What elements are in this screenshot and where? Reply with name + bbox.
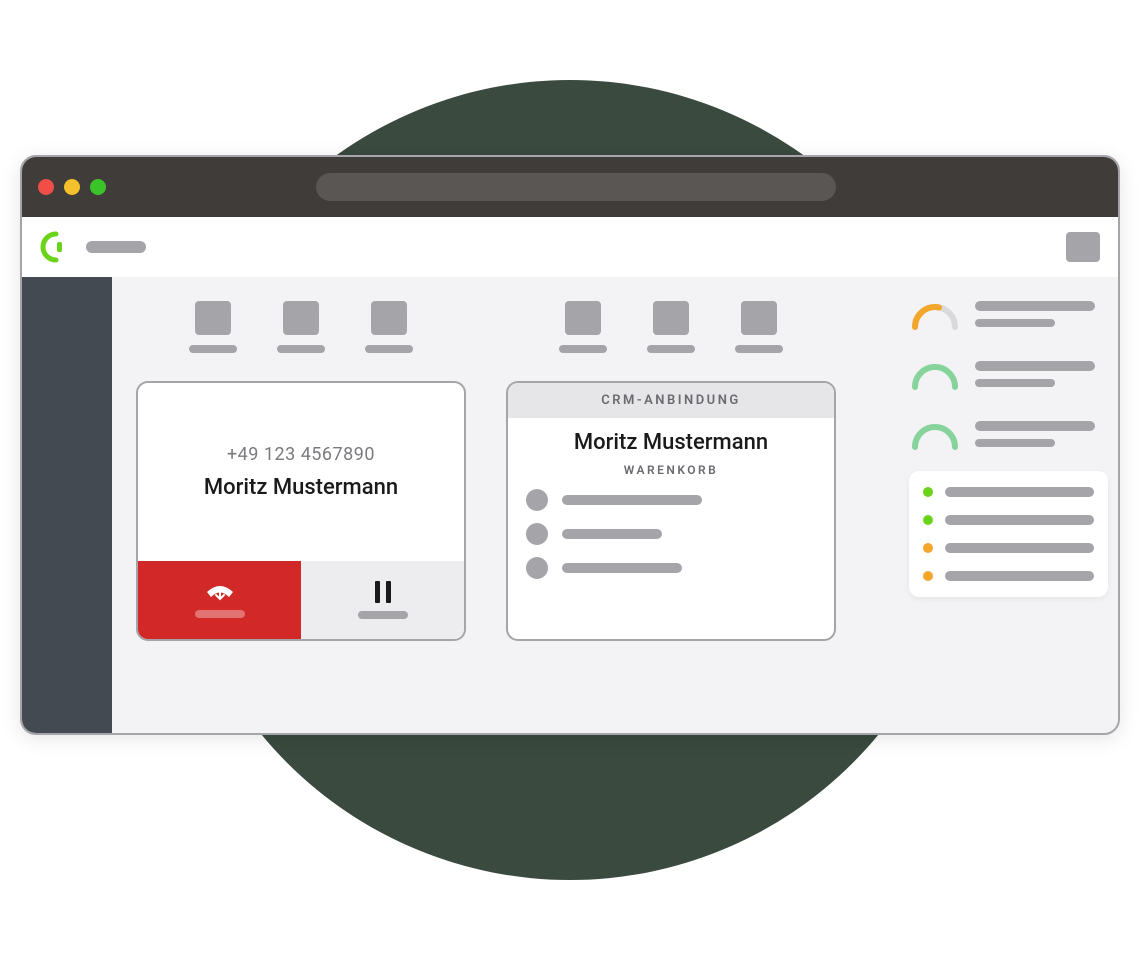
gauge-row <box>909 355 1108 393</box>
cart-section-label: WARENKORB <box>624 463 719 477</box>
cart-item[interactable] <box>526 489 816 511</box>
call-tab-2[interactable] <box>277 301 325 353</box>
crm-tab-1[interactable] <box>559 301 607 353</box>
right-panel <box>903 277 1118 733</box>
pause-label-placeholder <box>358 611 408 619</box>
tab-icon <box>653 301 689 335</box>
gauge-icon <box>909 355 961 393</box>
gauge-text-placeholder <box>975 421 1108 447</box>
call-actions <box>138 561 464 639</box>
tab-label-placeholder <box>647 345 695 353</box>
status-dot-icon <box>923 487 933 497</box>
call-tab-1[interactable] <box>189 301 237 353</box>
status-list-item[interactable] <box>923 571 1094 581</box>
crm-card-header: CRM-ANBINDUNG <box>508 383 834 418</box>
crm-customer-name: Moritz Mustermann <box>574 430 768 455</box>
crm-tab-3[interactable] <box>735 301 783 353</box>
cart-item[interactable] <box>526 557 816 579</box>
gauge-icon <box>909 415 961 453</box>
status-label-placeholder <box>945 571 1094 581</box>
close-window-button[interactable] <box>38 179 54 195</box>
crm-tabs <box>506 301 836 353</box>
content-area: +49 123 4567890 Moritz Mustermann <box>22 277 1118 733</box>
status-label-placeholder <box>945 487 1094 497</box>
tab-icon <box>371 301 407 335</box>
crm-tab-2[interactable] <box>647 301 695 353</box>
caller-phone: +49 123 4567890 <box>227 444 375 465</box>
hangup-icon <box>205 582 235 602</box>
cart-item-label-placeholder <box>562 529 662 539</box>
window-titlebar <box>22 157 1118 217</box>
status-list-item[interactable] <box>923 515 1094 525</box>
crm-column: CRM-ANBINDUNG Moritz Mustermann WARENKOR… <box>506 301 836 733</box>
pause-button[interactable] <box>301 561 464 639</box>
call-tabs <box>136 301 466 353</box>
crm-card: CRM-ANBINDUNG Moritz Mustermann WARENKOR… <box>506 381 836 641</box>
cart-list <box>526 489 816 579</box>
tab-label-placeholder <box>559 345 607 353</box>
tab-icon <box>195 301 231 335</box>
hangup-label-placeholder <box>195 610 245 618</box>
gauge-icon <box>909 295 961 333</box>
tab-icon <box>565 301 601 335</box>
pause-icon <box>375 581 391 603</box>
cart-item[interactable] <box>526 523 816 545</box>
caller-name: Moritz Mustermann <box>204 475 398 500</box>
status-dot-icon <box>923 515 933 525</box>
cart-item-icon <box>526 523 548 545</box>
cart-item-label-placeholder <box>562 563 682 573</box>
app-title-placeholder <box>86 241 146 253</box>
status-list-panel <box>909 471 1108 597</box>
status-label-placeholder <box>945 543 1094 553</box>
sidebar <box>22 277 112 733</box>
active-call-card: +49 123 4567890 Moritz Mustermann <box>136 381 466 641</box>
tab-label-placeholder <box>277 345 325 353</box>
tab-label-placeholder <box>189 345 237 353</box>
gauge-row <box>909 295 1108 333</box>
address-bar[interactable] <box>316 173 836 201</box>
call-info: +49 123 4567890 Moritz Mustermann <box>138 383 464 561</box>
app-window: +49 123 4567890 Moritz Mustermann <box>20 155 1120 735</box>
crm-card-body: Moritz Mustermann WARENKORB <box>508 418 834 639</box>
status-list-item[interactable] <box>923 487 1094 497</box>
minimize-window-button[interactable] <box>64 179 80 195</box>
cart-item-icon <box>526 489 548 511</box>
tab-label-placeholder <box>735 345 783 353</box>
tab-icon <box>283 301 319 335</box>
gauge-text-placeholder <box>975 301 1108 327</box>
status-dot-icon <box>923 571 933 581</box>
cart-item-icon <box>526 557 548 579</box>
hangup-button[interactable] <box>138 561 301 639</box>
call-column: +49 123 4567890 Moritz Mustermann <box>136 301 466 733</box>
status-dot-icon <box>923 543 933 553</box>
maximize-window-button[interactable] <box>90 179 106 195</box>
gauge-row <box>909 415 1108 453</box>
main-panel: +49 123 4567890 Moritz Mustermann <box>112 277 903 733</box>
gauge-list <box>909 295 1108 453</box>
tab-icon <box>741 301 777 335</box>
tab-label-placeholder <box>365 345 413 353</box>
app-logo-icon <box>40 231 72 263</box>
header-menu-button[interactable] <box>1066 232 1100 262</box>
cart-item-label-placeholder <box>562 495 702 505</box>
gauge-text-placeholder <box>975 361 1108 387</box>
window-controls <box>38 179 106 195</box>
app-header <box>22 217 1118 277</box>
status-list-item[interactable] <box>923 543 1094 553</box>
call-tab-3[interactable] <box>365 301 413 353</box>
status-label-placeholder <box>945 515 1094 525</box>
